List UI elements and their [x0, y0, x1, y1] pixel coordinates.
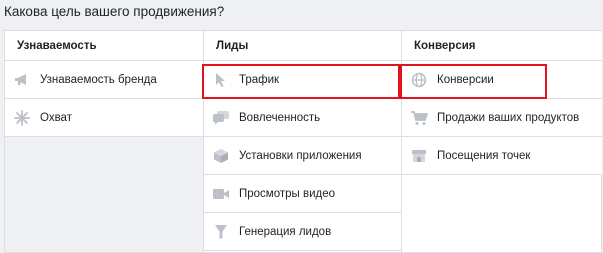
funnel-icon	[212, 223, 230, 241]
speech-bubbles-icon	[212, 109, 230, 127]
option-reach[interactable]: Охват	[5, 99, 203, 137]
globe-icon	[410, 71, 428, 89]
option-label: Узнаваемость бренда	[40, 73, 157, 86]
column-header-leads: Лиды	[204, 31, 402, 61]
cursor-icon	[212, 71, 230, 89]
column-header-conversion: Конверсия	[402, 31, 602, 61]
option-app-installs[interactable]: Установки приложения	[204, 137, 402, 175]
option-label: Конверсии	[437, 73, 494, 86]
cart-icon	[410, 109, 428, 127]
column-header-awareness: Узнаваемость	[5, 31, 203, 61]
option-traffic[interactable]: Трафик	[204, 61, 402, 99]
option-label: Генерация лидов	[239, 225, 332, 238]
column-conversion: Конверсия Конверсии Продажи ваших продук…	[401, 31, 602, 252]
option-brand-awareness[interactable]: Узнаваемость бренда	[5, 61, 203, 99]
storefront-icon	[410, 147, 428, 165]
option-label: Трафик	[239, 73, 280, 86]
column-leads: Лиды Трафик Вовлеченность Установки прил…	[203, 31, 402, 252]
option-label: Вовлеченность	[239, 111, 321, 124]
megaphone-icon	[13, 71, 31, 89]
box-icon	[212, 147, 230, 165]
option-conversions[interactable]: Конверсии	[402, 61, 602, 99]
option-label: Посещения точек	[437, 149, 531, 162]
column-awareness: Узнаваемость Узнаваемость бренда Охват	[5, 31, 203, 252]
video-camera-icon	[212, 185, 230, 203]
option-product-sales[interactable]: Продажи ваших продуктов	[402, 99, 602, 137]
option-label: Продажи ваших продуктов	[437, 111, 580, 124]
option-engagement[interactable]: Вовлеченность	[204, 99, 402, 137]
option-label: Установки приложения	[239, 149, 362, 162]
option-lead-generation[interactable]: Генерация лидов	[204, 213, 402, 251]
option-label: Просмотры видео	[239, 187, 336, 200]
option-label: Охват	[40, 111, 72, 124]
option-store-visits[interactable]: Посещения точек	[402, 137, 602, 175]
objective-panel: Узнаваемость Узнаваемость бренда Охват Л…	[4, 30, 602, 253]
empty-area	[5, 137, 203, 252]
option-video-views[interactable]: Просмотры видео	[204, 175, 402, 213]
objective-question: Какова цель вашего продвижения?	[4, 4, 225, 19]
snowflake-icon	[13, 109, 31, 127]
